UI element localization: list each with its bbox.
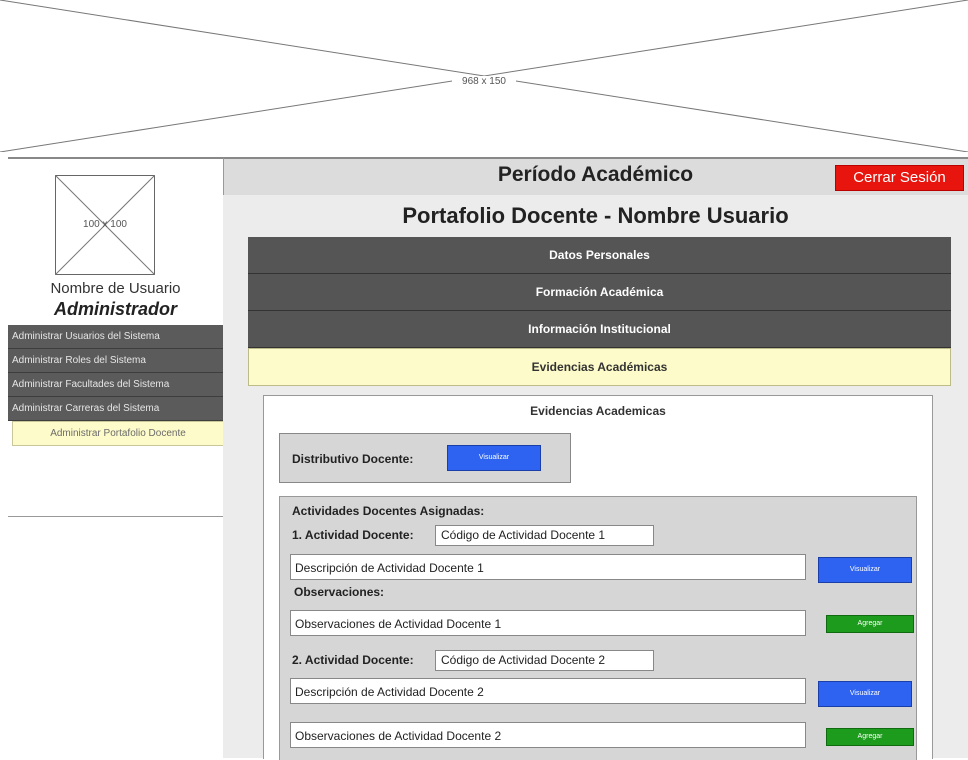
- distributivo-label: Distributivo Docente:: [292, 452, 414, 466]
- sidebar: 100 x 100 Nombre de Usuario Administrado…: [8, 157, 224, 517]
- activity-1-code-field[interactable]: Código de Actividad Docente 1: [435, 525, 654, 546]
- sidebar-item-users[interactable]: Administrar Usuarios del Sistema: [8, 325, 223, 349]
- activities-box: Actividades Docentes Asignadas: 1. Activ…: [279, 496, 917, 760]
- activity-1-view-button[interactable]: Visualizar: [818, 557, 912, 583]
- tab-academic-evidence[interactable]: Evidencias Académicas: [248, 348, 951, 386]
- avatar-size-label: 100 x 100: [83, 219, 127, 230]
- tab-institutional-info[interactable]: Información Institucional: [248, 311, 951, 348]
- accordion-tabs: Datos Personales Formación Académica Inf…: [248, 237, 951, 386]
- activity-2-label: 2. Actividad Docente:: [292, 653, 414, 667]
- username-label: Nombre de Usuario: [50, 280, 181, 297]
- header-bar: Período Académico Cerrar Sesión: [223, 157, 968, 197]
- banner-placeholder: 968 x 150: [0, 0, 968, 152]
- activity-1-description-field[interactable]: Descripción de Actividad Docente 1: [290, 554, 806, 580]
- logout-button[interactable]: Cerrar Sesión: [835, 165, 964, 191]
- banner-size-label: 968 x 150: [452, 76, 516, 87]
- activity-1-label: 1. Actividad Docente:: [292, 528, 414, 542]
- sidebar-item-portfolio[interactable]: Administrar Portafolio Docente: [12, 421, 224, 446]
- main-content: Portafolio Docente - Nombre Usuario Dato…: [223, 195, 968, 760]
- activity-2-view-button[interactable]: Visualizar: [818, 681, 912, 707]
- page-title: Portafolio Docente - Nombre Usuario: [402, 203, 789, 228]
- activity-2-description-field[interactable]: Descripción de Actividad Docente 2: [290, 678, 806, 704]
- activities-heading: Actividades Docentes Asignadas:: [292, 504, 485, 518]
- sidebar-item-faculties[interactable]: Administrar Facultades del Sistema: [8, 373, 223, 397]
- activity-1-observations-label: Observaciones:: [294, 585, 385, 599]
- sidebar-item-careers[interactable]: Administrar Carreras del Sistema: [8, 397, 223, 421]
- distributivo-box: Distributivo Docente: Visualizar: [279, 433, 571, 483]
- distributivo-view-button[interactable]: Visualizar: [447, 445, 541, 471]
- activity-1-observations-field[interactable]: Observaciones de Actividad Docente 1: [290, 610, 806, 636]
- activity-2-code-field[interactable]: Código de Actividad Docente 2: [435, 650, 654, 671]
- tab-personal-data[interactable]: Datos Personales: [248, 237, 951, 274]
- tab-academic-training[interactable]: Formación Académica: [248, 274, 951, 311]
- activity-1-add-button[interactable]: Agregar: [826, 615, 914, 633]
- activity-2-add-button[interactable]: Agregar: [826, 728, 914, 746]
- sidebar-menu: Administrar Usuarios del Sistema Adminis…: [8, 325, 224, 446]
- activity-2-observations-field[interactable]: Observaciones de Actividad Docente 2: [290, 722, 806, 748]
- evidence-panel: Evidencias Academicas Distributivo Docen…: [263, 395, 933, 760]
- role-label: Administrador: [53, 299, 177, 319]
- panel-title: Evidencias Academicas: [530, 404, 666, 418]
- sidebar-item-roles[interactable]: Administrar Roles del Sistema: [8, 349, 223, 373]
